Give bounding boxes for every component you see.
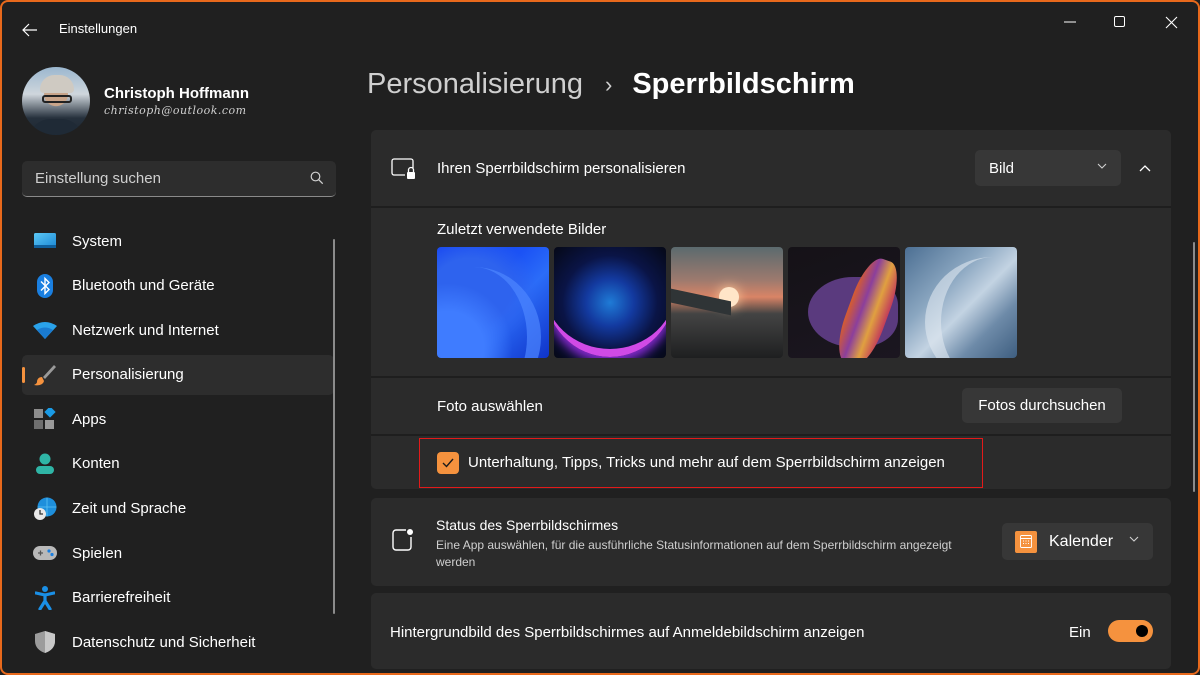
recent-image-thumbnail[interactable] bbox=[788, 247, 900, 358]
page-title: Sperrbildschirm bbox=[632, 68, 855, 100]
settings-search[interactable] bbox=[22, 161, 336, 197]
chevron-down-icon bbox=[1129, 536, 1139, 542]
monitor-icon bbox=[33, 229, 57, 253]
apps-icon bbox=[33, 407, 57, 431]
dropdown-value: Kalender bbox=[1049, 532, 1114, 550]
recent-images-list bbox=[437, 247, 1017, 358]
recent-image-thumbnail[interactable] bbox=[437, 247, 549, 358]
toggle-state-label: Ein bbox=[1069, 624, 1091, 641]
collapse-button[interactable] bbox=[1133, 156, 1157, 180]
dropdown-value: Bild bbox=[989, 159, 1015, 177]
recent-images-section: Zuletzt verwendete Bilder bbox=[371, 208, 1171, 376]
breadcrumb-separator-icon: › bbox=[605, 71, 613, 97]
arrow-left-icon bbox=[22, 23, 37, 37]
sidebar-item-label: Netzwerk und Internet bbox=[72, 321, 219, 339]
lockscreen-status-description: Eine App auswählen, für die ausführliche… bbox=[436, 538, 952, 569]
sidebar-item-label: System bbox=[72, 232, 123, 250]
lockscreen-icon bbox=[391, 158, 415, 179]
lockscreen-status-card: Status des Sperrbildschirmes Eine App au… bbox=[371, 498, 1171, 586]
chevron-down-icon bbox=[1097, 163, 1107, 169]
tips-checkbox-label[interactable]: Unterhaltung, Tipps, Tricks und mehr auf… bbox=[468, 454, 945, 471]
recent-image-thumbnail[interactable] bbox=[554, 247, 666, 358]
minimize-button[interactable] bbox=[1050, 8, 1090, 36]
status-app-dropdown[interactable]: Kalender bbox=[1002, 523, 1153, 560]
sidebar-item-label: Datenschutz und Sicherheit bbox=[72, 633, 256, 651]
sidebar-scrollbar[interactable] bbox=[333, 239, 335, 614]
sidebar-item-label: Barrierefreiheit bbox=[72, 589, 171, 607]
recent-images-label: Zuletzt verwendete Bilder bbox=[437, 221, 607, 238]
sidebar-item-bluetooth[interactable]: Bluetooth und Geräte bbox=[22, 266, 334, 306]
signin-background-card: Hintergrundbild des Sperrbildschirmes au… bbox=[371, 593, 1171, 669]
breadcrumb: Personalisierung › Sperrbildschirm bbox=[367, 68, 855, 101]
checkmark-icon bbox=[442, 458, 454, 468]
title-bar: Einstellungen bbox=[2, 2, 1198, 54]
sidebar-item-label: Bluetooth und Geräte bbox=[72, 277, 215, 295]
sidebar-nav: System Bluetooth und Geräte Netzwerk und… bbox=[22, 221, 334, 667]
back-button[interactable] bbox=[16, 16, 44, 44]
settings-window: Einstellungen Christoph Hoffmann christo… bbox=[0, 0, 1200, 675]
sidebar-item-label: Spielen bbox=[72, 544, 123, 562]
close-icon bbox=[1165, 16, 1177, 28]
lockscreen-status-title: Status des Sperrbildschirmes bbox=[436, 517, 619, 533]
tips-row: Unterhaltung, Tipps, Tricks und mehr auf… bbox=[371, 436, 1171, 489]
content-scrollbar[interactable] bbox=[1193, 242, 1195, 492]
sidebar-item-system[interactable]: System bbox=[22, 221, 334, 261]
lockscreen-personalize-header[interactable]: Ihren Sperrbildschirm personalisieren Bi… bbox=[371, 130, 1171, 206]
minimize-icon bbox=[1064, 21, 1076, 23]
shield-icon bbox=[33, 630, 57, 654]
sidebar-item-label: Personalisierung bbox=[72, 366, 184, 384]
profile-name: Christoph Hoffmann bbox=[104, 85, 249, 102]
chevron-up-icon bbox=[1139, 164, 1151, 171]
close-button[interactable] bbox=[1151, 8, 1191, 36]
accessibility-icon bbox=[33, 585, 57, 610]
signin-background-label: Hintergrundbild des Sperrbildschirmes au… bbox=[390, 624, 865, 641]
sidebar-item-accessibility[interactable]: Barrierefreiheit bbox=[22, 578, 334, 618]
signin-background-toggle[interactable] bbox=[1108, 620, 1153, 642]
avatar[interactable] bbox=[22, 67, 90, 135]
sidebar-item-label: Apps bbox=[72, 410, 107, 428]
breadcrumb-parent[interactable]: Personalisierung bbox=[367, 68, 583, 101]
choose-photo-row: Foto auswählen Fotos durchsuchen bbox=[371, 378, 1171, 434]
sidebar-item-accounts[interactable]: Konten bbox=[22, 444, 334, 484]
tips-checkbox[interactable] bbox=[437, 452, 459, 474]
sidebar-item-time-language[interactable]: Zeit und Sprache bbox=[22, 489, 334, 529]
globe-clock-icon bbox=[33, 497, 57, 521]
search-icon[interactable] bbox=[310, 171, 324, 185]
sidebar-item-label: Zeit und Sprache bbox=[72, 500, 187, 518]
recent-image-thumbnail[interactable] bbox=[671, 247, 783, 358]
lockscreen-mode-dropdown[interactable]: Bild bbox=[975, 150, 1121, 186]
wifi-icon bbox=[33, 318, 57, 342]
maximize-button[interactable] bbox=[1100, 8, 1140, 36]
lockscreen-status-icon bbox=[392, 529, 413, 551]
active-indicator bbox=[22, 366, 25, 383]
sidebar-item-privacy[interactable]: Datenschutz und Sicherheit bbox=[22, 622, 334, 662]
search-input[interactable] bbox=[22, 161, 336, 196]
user-profile[interactable]: Christoph Hoffmann christoph@outlook.com bbox=[22, 67, 249, 135]
profile-email: christoph@outlook.com bbox=[104, 104, 247, 117]
lockscreen-personalize-card: Ihren Sperrbildschirm personalisieren Bi… bbox=[371, 130, 1171, 489]
sidebar-item-personalization[interactable]: Personalisierung bbox=[22, 354, 334, 395]
app-title: Einstellungen bbox=[59, 21, 138, 36]
account-icon bbox=[33, 452, 57, 476]
sidebar-item-apps[interactable]: Apps bbox=[22, 399, 334, 439]
sidebar-item-gaming[interactable]: Spielen bbox=[22, 533, 334, 573]
choose-photo-label: Foto auswählen bbox=[437, 398, 543, 415]
bluetooth-icon bbox=[33, 273, 57, 298]
recent-image-thumbnail[interactable] bbox=[905, 247, 1017, 358]
browse-photos-button[interactable]: Fotos durchsuchen bbox=[962, 388, 1122, 423]
sidebar-item-label: Konten bbox=[72, 455, 120, 473]
toggle-knob bbox=[1136, 625, 1148, 637]
lockscreen-personalize-title: Ihren Sperrbildschirm personalisieren bbox=[437, 160, 686, 177]
gamepad-icon bbox=[33, 541, 57, 565]
maximize-icon bbox=[1114, 16, 1125, 27]
calendar-icon bbox=[1015, 530, 1037, 553]
paintbrush-icon bbox=[33, 363, 57, 387]
sidebar-item-network[interactable]: Netzwerk und Internet bbox=[22, 310, 334, 350]
